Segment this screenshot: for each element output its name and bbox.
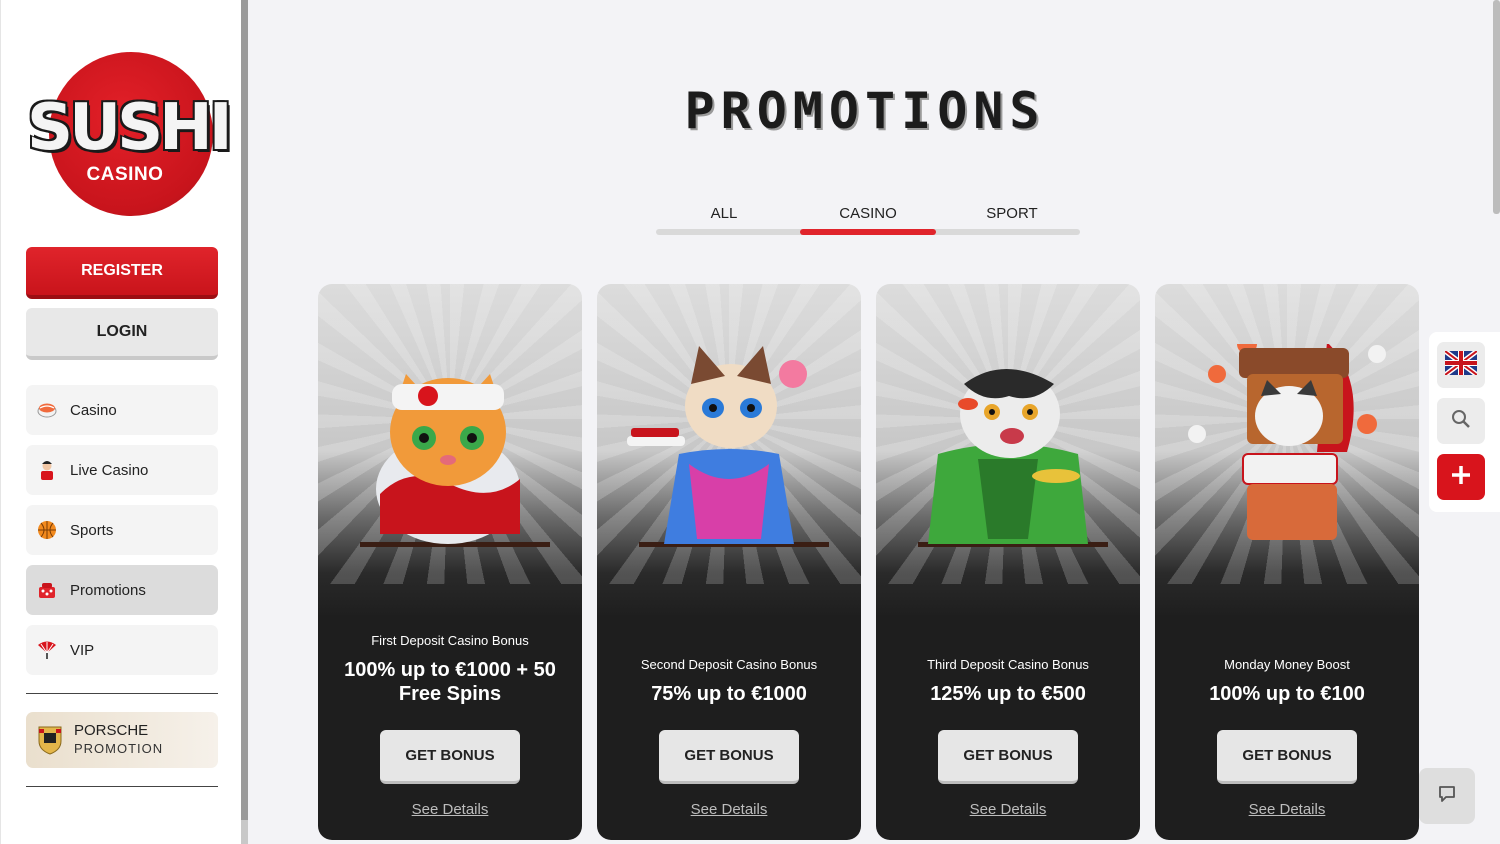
dealer-icon xyxy=(36,459,58,481)
card-headline: 75% up to €1000 xyxy=(651,683,807,705)
search-icon xyxy=(1451,409,1471,434)
porsche-crest-icon xyxy=(36,725,64,755)
get-bonus-button[interactable]: GET BONUS xyxy=(1217,730,1357,784)
sidebar-divider xyxy=(26,693,218,694)
see-details-link[interactable]: See Details xyxy=(380,801,520,818)
add-button[interactable] xyxy=(1437,454,1485,500)
logo-word: SUSHI xyxy=(27,91,233,165)
card-subtitle: Second Deposit Casino Bonus xyxy=(640,657,818,672)
sidebar: SUSHI CASINO REGISTER LOGIN Casino Live … xyxy=(0,0,241,844)
card-subtitle: Third Deposit Casino Bonus xyxy=(927,657,1089,672)
sidebar-scrollbar[interactable] xyxy=(241,0,248,844)
see-details-link[interactable]: See Details xyxy=(938,801,1078,818)
sidebar-item-sports[interactable]: Sports xyxy=(26,505,218,555)
right-floating-panel xyxy=(1429,332,1500,512)
sidebar-item-label: Casino xyxy=(70,401,117,419)
sidebar-item-label: Promotions xyxy=(70,581,146,599)
fan-icon xyxy=(36,639,58,661)
porsche-subtitle: PROMOTION xyxy=(74,741,164,756)
language-selector-button[interactable] xyxy=(1437,342,1485,388)
login-button[interactable]: LOGIN xyxy=(26,308,218,360)
tab-sport[interactable]: SPORT xyxy=(944,205,1080,222)
card-subtitle: First Deposit Casino Bonus xyxy=(371,633,529,648)
sidebar-item-live-casino[interactable]: Live Casino xyxy=(26,445,218,495)
page-scrollbar-thumb[interactable] xyxy=(1493,0,1500,214)
sushi-icon xyxy=(36,399,58,421)
page-title: PROMOTIONS xyxy=(684,82,1046,140)
sushi-casino-logo[interactable]: SUSHI CASINO xyxy=(27,52,233,216)
geisha-cat-illustration xyxy=(619,344,839,554)
samurai-cat-illustration xyxy=(898,344,1118,554)
card-subtitle: Monday Money Boost xyxy=(1224,657,1350,672)
card-headline: 100% up to €1000 + 50 Free Spins xyxy=(344,659,556,705)
promotion-tabs: ALL CASINO SPORT xyxy=(656,205,1080,237)
get-bonus-button[interactable]: GET BONUS xyxy=(380,730,520,784)
sidebar-scrollbar-thumb[interactable] xyxy=(241,0,248,820)
tab-all[interactable]: ALL xyxy=(656,205,792,222)
register-button[interactable]: REGISTER xyxy=(26,247,218,299)
card-headline: 125% up to €500 xyxy=(930,683,1086,705)
sidebar-item-label: Sports xyxy=(70,521,114,539)
promo-card: Third Deposit Casino Bonus 125% up to €5… xyxy=(876,284,1140,840)
see-details-link[interactable]: See Details xyxy=(659,801,799,818)
chat-bubble-icon xyxy=(1437,784,1457,809)
sidebar-item-casino[interactable]: Casino xyxy=(26,385,218,435)
tab-casino[interactable]: CASINO xyxy=(800,205,936,222)
gift-icon xyxy=(36,579,58,601)
get-bonus-button[interactable]: GET BONUS xyxy=(938,730,1078,784)
search-button[interactable] xyxy=(1437,398,1485,444)
porsche-title: PORSCHE xyxy=(74,722,149,739)
chef-cat-illustration xyxy=(340,344,560,554)
plus-icon xyxy=(1450,464,1472,491)
basketball-icon xyxy=(36,519,58,541)
uk-flag-icon xyxy=(1443,348,1479,380)
sidebar-item-promotions[interactable]: Promotions xyxy=(26,565,218,615)
slot-machine-cat-illustration xyxy=(1177,295,1397,554)
sidebar-divider xyxy=(26,786,218,787)
promo-card: Monday Money Boost 100% up to €100 GET B… xyxy=(1155,284,1419,840)
promo-card: Second Deposit Casino Bonus 75% up to €1… xyxy=(597,284,861,840)
promo-card: First Deposit Casino Bonus 100% up to €1… xyxy=(318,284,582,840)
sidebar-item-vip[interactable]: VIP xyxy=(26,625,218,675)
sidebar-item-label: VIP xyxy=(70,641,95,659)
get-bonus-button[interactable]: GET BONUS xyxy=(659,730,799,784)
card-headline: 100% up to €100 xyxy=(1209,683,1365,705)
porsche-promotion-banner[interactable]: PORSCHE PROMOTION xyxy=(26,712,218,768)
tab-active-indicator xyxy=(800,229,936,235)
see-details-link[interactable]: See Details xyxy=(1217,801,1357,818)
chat-button[interactable] xyxy=(1419,768,1475,824)
sidebar-item-label: Live Casino xyxy=(70,461,149,479)
logo-subtitle: CASINO xyxy=(86,164,164,185)
